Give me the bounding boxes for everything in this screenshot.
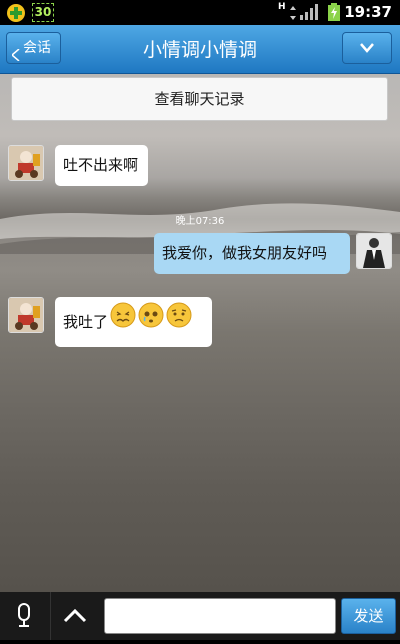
contact-avatar[interactable] [8,145,44,181]
expand-panel-button[interactable] [50,592,99,640]
back-label: 会话 [23,40,51,56]
message-bubble-mine: 我爱你，做我女朋友好吗 [154,233,350,274]
page-title: 小情调小情调 [142,39,257,61]
back-button[interactable]: 会话 [6,32,61,64]
title-bar: 会话 小情调小情调 [0,25,400,74]
chevron-down-icon [360,43,374,53]
sick-face-emoji-icon [110,298,136,348]
send-button[interactable]: 发送 [341,598,396,634]
message-timestamp: 晚上07:36 [175,216,225,227]
worried-face-emoji-icon [166,298,192,348]
battery-icon [328,3,340,25]
voice-input-button[interactable] [0,592,48,640]
menu-button[interactable] [342,32,392,64]
microphone-icon [18,603,30,627]
message-bubble: 我吐了 [55,297,212,347]
contact-avatar[interactable] [8,297,44,333]
data-arrows-icon [290,5,296,24]
signal-icon [300,4,320,24]
my-avatar[interactable] [356,233,392,269]
crying-face-emoji-icon [138,298,164,348]
network-type: H [278,2,286,12]
chevron-up-icon [63,608,87,623]
clock: 19:37 [344,3,392,21]
status-bar: 30 H 19:37 [0,0,400,25]
input-bar: 发送 [0,592,400,640]
view-history-button[interactable]: 查看聊天记录 [11,77,388,121]
message-text: 我吐了 [63,313,109,331]
app-plus-icon [6,3,26,27]
message-input[interactable] [104,598,336,634]
back-arrow-icon [10,42,20,72]
notification-badge: 30 [32,3,54,22]
message-bubble: 吐不出来啊 [55,145,148,186]
